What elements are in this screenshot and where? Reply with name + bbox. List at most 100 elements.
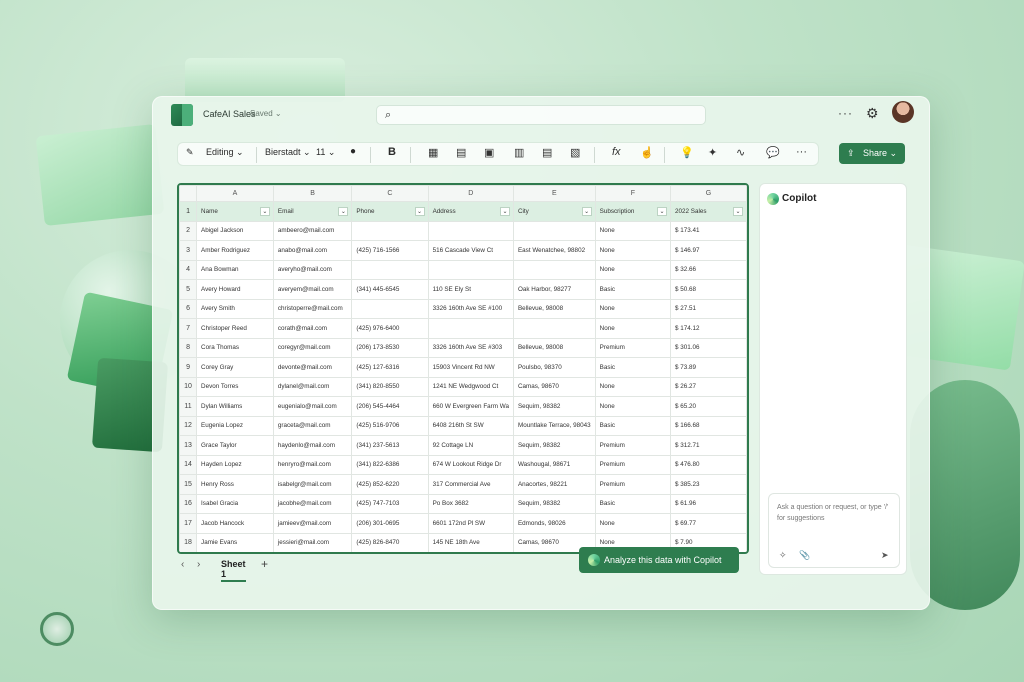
table-cell[interactable]: $ 61.96	[670, 493, 747, 514]
table-cell[interactable]: (425) 747-7103	[351, 493, 429, 514]
table-cell[interactable]: None	[594, 259, 672, 280]
filter-dropdown-icon[interactable]: ⌄	[657, 207, 668, 216]
table-cell[interactable]: Amber Rodriguez	[196, 240, 274, 261]
table-cell[interactable]: Devon Torres	[196, 376, 274, 397]
row-number[interactable]: 12	[179, 415, 198, 436]
row-number[interactable]: 7	[179, 318, 198, 339]
table-cell[interactable]: None	[594, 240, 672, 261]
insert-table-icon[interactable]: ▣	[484, 146, 494, 159]
table-cell[interactable]: None	[594, 376, 672, 397]
function-icon[interactable]: fx	[612, 146, 621, 158]
column-header-cell[interactable]: Address ⌄	[427, 201, 514, 222]
column-letter-header[interactable]: F	[594, 185, 672, 202]
copilot-prompt-input[interactable]: Ask a question or request, or type '/' f…	[768, 493, 900, 568]
table-cell[interactable]: (425) 716-1566	[351, 240, 429, 261]
table-cell[interactable]: Jacob Hancock	[196, 513, 274, 534]
row-number[interactable]: 13	[179, 435, 198, 456]
share-button[interactable]: ⇪ Share ⌄	[839, 143, 905, 164]
table-cell[interactable]: jessieri@mail.com	[272, 532, 353, 552]
table-cell[interactable]: eugenialo@mail.com	[272, 396, 353, 417]
column-header-cell[interactable]: 2022 Sales ⌄	[670, 201, 747, 222]
send-icon[interactable]: ➤	[881, 550, 889, 561]
select-all-corner[interactable]	[179, 185, 198, 202]
analyze-with-copilot-button[interactable]: Analyze this data with Copilot	[579, 547, 739, 573]
table-cell[interactable]	[351, 298, 429, 319]
table-cell[interactable]: Mountlake Terrace, 98043	[512, 415, 596, 436]
table-cell[interactable]: henryro@mail.com	[272, 454, 353, 475]
table-cell[interactable]: $ 32.66	[670, 259, 747, 280]
table-cell[interactable]: Basic	[594, 415, 672, 436]
filter-dropdown-icon[interactable]: ⌄	[733, 207, 743, 216]
filter-dropdown-icon[interactable]: ⌄	[259, 207, 270, 216]
table-cell[interactable]: $ 146.97	[670, 240, 747, 261]
table-cell[interactable]: (341) 445-6545	[351, 279, 429, 300]
sparkle-icon[interactable]: ✧	[779, 550, 787, 561]
table-cell[interactable]: Premium	[594, 474, 672, 495]
table-cell[interactable]: Avery Howard	[196, 279, 274, 300]
table-cell[interactable]: $ 65.20	[670, 396, 747, 417]
table-cell[interactable]: (206) 173-8530	[351, 337, 429, 358]
table-cell[interactable]: 110 SE Ely St	[427, 279, 514, 300]
table-cell[interactable]: 15903 Vincent Rd NW	[427, 357, 514, 378]
table-cell[interactable]	[351, 220, 429, 241]
table-cell[interactable]: ambeero@mail.com	[272, 220, 353, 241]
prev-sheet-button[interactable]: ‹	[181, 559, 184, 570]
table-cell[interactable]: devonte@mail.com	[272, 357, 353, 378]
excel-logo-icon[interactable]	[171, 104, 193, 126]
bold-button[interactable]: B	[388, 146, 396, 158]
table-cell[interactable]: 6408 216th St SW	[427, 415, 514, 436]
rows-icon[interactable]: ▤	[542, 146, 552, 159]
column-letter-header[interactable]: C	[351, 185, 429, 202]
row-number[interactable]: 15	[179, 474, 198, 495]
table-cell[interactable]: 3326 160th Ave SE #303	[427, 337, 514, 358]
comment-icon[interactable]: 💬	[766, 146, 780, 159]
table-cell[interactable]: Christoper Reed	[196, 318, 274, 339]
table-cell[interactable]: Ana Bowman	[196, 259, 274, 280]
table-cell[interactable]: $ 166.68	[670, 415, 747, 436]
table-cell[interactable]	[427, 318, 514, 339]
sparkle-icon[interactable]: ✦	[708, 146, 717, 159]
document-title[interactable]: CafeAI Sales	[203, 109, 256, 119]
table-cell[interactable]: isabelgr@mail.com	[272, 474, 353, 495]
table-cell[interactable]: corath@mail.com	[272, 318, 353, 339]
table-cell[interactable]	[512, 220, 596, 241]
table-cell[interactable]: jacobhe@mail.com	[272, 493, 353, 514]
table-cell[interactable]: anabo@mail.com	[272, 240, 353, 261]
table-cell[interactable]: 516 Cascade View Ct	[427, 240, 514, 261]
table-cell[interactable]: Premium	[594, 435, 672, 456]
row-number[interactable]: 17	[179, 513, 198, 534]
table-cell[interactable]: (425) 127-6316	[351, 357, 429, 378]
table-cell[interactable]: Jamie Evans	[196, 532, 274, 552]
filter-dropdown-icon[interactable]: ⌄	[581, 207, 592, 216]
table-cell[interactable]: 674 W Lookout Ridge Dr	[427, 454, 514, 475]
table-cell[interactable]: Premium	[594, 337, 672, 358]
column-letter-header[interactable]: E	[512, 185, 596, 202]
table-cell[interactable]: (206) 301-0695	[351, 513, 429, 534]
spreadsheet-grid[interactable]: ABCDEFG 1 Name ⌄ Email ⌄ Phone ⌄ Address ⌄ City ⌄ S…	[177, 183, 749, 554]
avatar[interactable]	[892, 101, 914, 123]
table-cell[interactable]: $ 73.89	[670, 357, 747, 378]
table-cell[interactable]: $ 27.51	[670, 298, 747, 319]
gear-icon[interactable]: ⚙	[866, 105, 879, 122]
table-cell[interactable]: Corey Gray	[196, 357, 274, 378]
table-cell[interactable]: None	[594, 220, 672, 241]
table-cell[interactable]: (341) 237-5613	[351, 435, 429, 456]
table-cell[interactable]: (425) 976-6400	[351, 318, 429, 339]
table-cell[interactable]	[427, 259, 514, 280]
table-cell[interactable]: $ 476.80	[670, 454, 747, 475]
column-letter-header[interactable]: D	[427, 185, 514, 202]
table-cell[interactable]: 660 W Evergreen Farm Wa	[427, 396, 514, 417]
table-cell[interactable]: 145 NE 18th Ave	[427, 532, 514, 552]
table-cell[interactable]: 92 Cottage LN	[427, 435, 514, 456]
column-header-cell[interactable]: Phone ⌄	[351, 201, 429, 222]
ideas-icon[interactable]: 💡	[680, 146, 694, 159]
table-cell[interactable]: $ 26.27	[670, 376, 747, 397]
row-number[interactable]: 9	[179, 357, 198, 378]
table-cell[interactable]: $ 69.77	[670, 513, 747, 534]
column-header-cell[interactable]: Name ⌄	[196, 201, 274, 222]
table-cell[interactable]	[427, 220, 514, 241]
table-cell[interactable]: Poulsbo, 98370	[512, 357, 596, 378]
filter-dropdown-icon[interactable]: ⌄	[499, 207, 510, 216]
table-cell[interactable]: East Wenatchee, 98802	[512, 240, 596, 261]
table-cell[interactable]: coregyr@mail.com	[272, 337, 353, 358]
